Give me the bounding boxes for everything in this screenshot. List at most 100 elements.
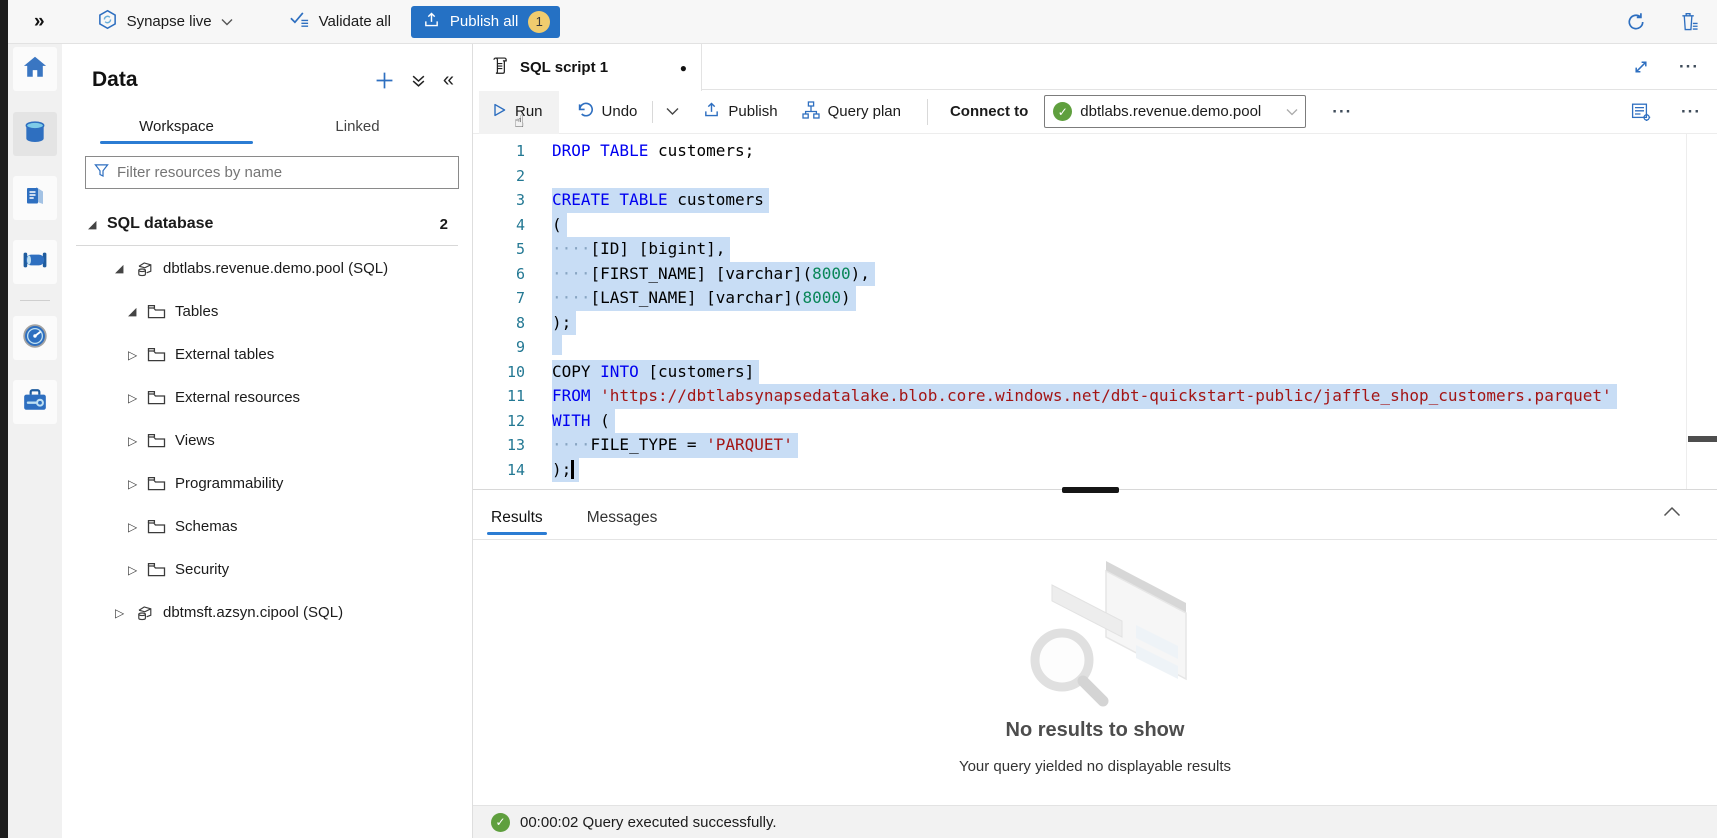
nav-monitor[interactable] (13, 316, 57, 360)
query-status-bar: ✓ 00:00:02 Query executed successfully. (473, 805, 1717, 838)
mode-selector[interactable]: Synapse live (97, 9, 233, 35)
nav-home[interactable] (13, 47, 57, 91)
code-line-3[interactable]: 3CREATE TABLE customers (473, 188, 1717, 213)
editor-more-actions-icon[interactable]: ··· (1681, 102, 1701, 122)
expander-icon[interactable]: ▷ (115, 606, 132, 620)
tree-item-dbtmsft-azsyn-cipool-sql[interactable]: ▷ dbtmsft.azsyn.cipool (SQL) (62, 591, 472, 634)
code-line-8[interactable]: 8); (473, 311, 1717, 336)
tree-item-label: Programmability (175, 475, 283, 492)
line-number: 1 (473, 139, 525, 164)
folder-icon (147, 561, 166, 578)
code-line-11[interactable]: 11FROM 'https://dbtlabsynapsedatalake.bl… (473, 384, 1717, 409)
expander-icon[interactable]: ▷ (128, 391, 145, 405)
folder-icon (147, 346, 166, 363)
code-line-4[interactable]: 4( (473, 213, 1717, 238)
expand-editor-icon[interactable] (1633, 59, 1649, 75)
code-line-7[interactable]: 7····[LAST_NAME] [varchar](8000) (473, 286, 1717, 311)
tree-item-sql-database[interactable]: ◢SQL database2 (76, 203, 458, 246)
toolbar-divider (927, 99, 928, 125)
discard-all-icon[interactable] (1680, 11, 1699, 32)
code-text: ····[FIRST_NAME] [varchar](8000), (552, 262, 875, 287)
tab-workspace[interactable]: Workspace (86, 110, 267, 144)
code-line-14[interactable]: 14); (473, 458, 1717, 483)
tab-results[interactable]: Results (489, 509, 545, 539)
tab-more-actions-icon[interactable]: ··· (1679, 57, 1699, 77)
selection-highlight: ····[LAST_NAME] [varchar](8000) (552, 286, 856, 311)
code-line-2[interactable]: 2 (473, 164, 1717, 189)
code-text: ····FILE_TYPE = 'PARQUET' (552, 433, 798, 458)
editor-toolbar: Run Undo Publish (473, 90, 1717, 134)
line-number: 6 (473, 262, 525, 287)
undo-button[interactable]: Undo (576, 101, 638, 123)
minimap-border (1686, 134, 1687, 489)
code-line-1[interactable]: 1DROP TABLE customers; (473, 139, 1717, 164)
scrollbar-thumb[interactable] (1688, 436, 1717, 442)
pool-select-dropdown[interactable]: ✓ dbtlabs.revenue.demo.pool (1044, 95, 1306, 128)
add-resource-icon[interactable] (375, 71, 394, 90)
code-line-5[interactable]: 5····[ID] [bigint], (473, 237, 1717, 262)
tree-item-dbtlabs-revenue-demo-pool-sql[interactable]: ◢ dbtlabs.revenue.demo.pool (SQL) (62, 247, 472, 290)
tree-item-tables[interactable]: ◢Tables (62, 290, 472, 333)
nav-data[interactable] (13, 112, 57, 156)
synapse-live-icon (97, 9, 118, 35)
gauge-icon (22, 323, 48, 354)
splitter-drag-handle[interactable] (1062, 487, 1119, 493)
tree-item-security[interactable]: ▷Security (62, 548, 472, 591)
mode-label: Synapse live (127, 13, 212, 30)
publish-button[interactable]: Publish (703, 101, 777, 122)
selection-highlight (552, 335, 562, 355)
tab-messages[interactable]: Messages (585, 509, 660, 539)
expander-icon[interactable]: ▷ (128, 348, 145, 362)
nav-develop[interactable] (13, 176, 57, 220)
validate-all-button[interactable]: Validate all (289, 10, 391, 33)
expander-icon[interactable]: ◢ (115, 262, 132, 275)
data-panel-tabs: Workspace Linked (62, 110, 472, 144)
expander-icon[interactable]: ▷ (128, 477, 145, 491)
undo-dropdown-chevron-icon[interactable] (666, 107, 679, 116)
validate-icon (289, 10, 310, 33)
code-line-13[interactable]: 13····FILE_TYPE = 'PARQUET' (473, 433, 1717, 458)
code-text (552, 335, 562, 360)
tree-item-schemas[interactable]: ▷Schemas (62, 505, 472, 548)
expander-icon[interactable]: ▷ (128, 563, 145, 577)
expander-icon[interactable]: ◢ (88, 218, 105, 231)
tab-linked[interactable]: Linked (267, 110, 448, 144)
database-icon (22, 119, 48, 150)
query-plan-button[interactable]: Query plan (802, 101, 901, 123)
sql-code-editor[interactable]: 1DROP TABLE customers;23CREATE TABLE cus… (473, 134, 1717, 489)
pipeline-icon (22, 250, 48, 275)
tree-item-programmability[interactable]: ▷ Programmability (62, 462, 472, 505)
collapse-all-icon[interactable] (411, 73, 426, 88)
tree-item-label: dbtlabs.revenue.demo.pool (SQL) (163, 260, 388, 277)
toolbar-more-icon[interactable]: ··· (1332, 102, 1352, 122)
collapse-results-chevron-icon[interactable] (1663, 504, 1681, 522)
tree-item-external-tables[interactable]: ▷External tables (62, 333, 472, 376)
code-line-10[interactable]: 10COPY INTO [customers] (473, 360, 1717, 385)
tree-item-external-resources[interactable]: ▷External resources (62, 376, 472, 419)
tree-item-views[interactable]: ▷Views (62, 419, 472, 462)
filter-input[interactable] (117, 164, 450, 181)
tab-sql-script-1[interactable]: SQL script 1 ● (473, 44, 702, 91)
undo-icon (576, 101, 594, 123)
expander-icon[interactable]: ▷ (128, 434, 145, 448)
folder-icon (147, 475, 166, 492)
line-number: 10 (473, 360, 525, 385)
expander-icon[interactable]: ▷ (128, 520, 145, 534)
line-number: 14 (473, 458, 525, 483)
code-line-9[interactable]: 9 (473, 335, 1717, 360)
line-number: 11 (473, 384, 525, 409)
collapse-panel-icon[interactable]: « (443, 69, 454, 92)
refresh-icon[interactable] (1626, 12, 1646, 32)
tree-item-label: dbtmsft.azsyn.cipool (SQL) (163, 604, 343, 621)
expand-sidebar-icon[interactable]: » (34, 11, 45, 33)
nav-manage[interactable] (13, 380, 57, 424)
line-number: 5 (473, 237, 525, 262)
publish-all-button[interactable]: Publish all 1 (411, 6, 560, 38)
query-settings-icon[interactable] (1631, 102, 1651, 122)
nav-integrate[interactable] (13, 240, 57, 284)
resource-tree: ◢SQL database2◢dbtlabs.revenue.demo.pool… (62, 203, 472, 634)
folder-icon (147, 303, 166, 320)
code-line-12[interactable]: 12WITH ( (473, 409, 1717, 434)
code-line-6[interactable]: 6 ····[FIRST_NAME] [varchar](8000), (473, 262, 1717, 287)
expander-icon[interactable]: ◢ (128, 305, 145, 318)
